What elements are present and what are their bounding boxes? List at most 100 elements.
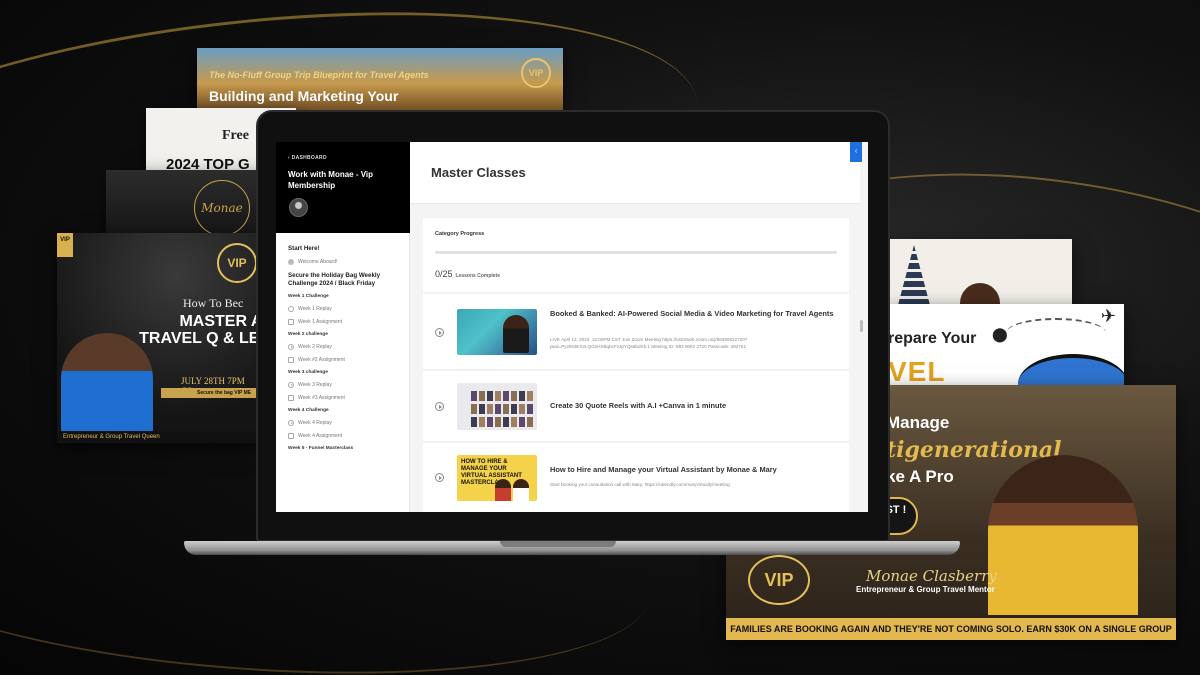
promo-manage-text: Manage [886, 413, 950, 432]
lesson-row[interactable]: Booked & Banked: AI-Powered Social Media… [423, 294, 849, 370]
pagoda-image [898, 245, 930, 305]
main-content: Master Classes ‹ Category Progress 0/25 L… [410, 142, 868, 512]
week-1-heading[interactable]: Week 1 Challenge [288, 294, 404, 299]
play-icon[interactable] [435, 473, 444, 482]
vip-crown-badge: VIP [217, 243, 257, 283]
lesson-thumbnail[interactable] [457, 383, 537, 430]
promo-card-masterclass: VIP VIP How To Bec MASTER AT TRAVEL Q & … [57, 233, 257, 443]
laptop-notch [500, 541, 616, 547]
play-icon[interactable] [435, 402, 444, 411]
collapse-sidebar-button[interactable]: ‹ [850, 142, 862, 162]
reel-tile [479, 391, 485, 401]
reel-tile [503, 391, 509, 401]
avatar[interactable] [289, 198, 308, 217]
progress-label: Category Progress [435, 231, 485, 237]
page-header: Master Classes [410, 142, 860, 204]
lesson-week-2-replay[interactable]: Week 2 Replay [288, 344, 404, 350]
week-3-heading[interactable]: Week 3 challenge [288, 370, 404, 375]
lesson-week-2-assignment[interactable]: Week #2 Assignment [288, 357, 404, 363]
document-icon [288, 357, 294, 363]
document-icon [288, 433, 294, 439]
promo-free-text: Free [222, 128, 249, 143]
flight-path [1006, 318, 1106, 348]
lesson-thumbnail[interactable]: HOW TO HIRE & MANAGE YOUR VIRTUAL ASSIST… [457, 455, 537, 501]
course-app-window: ‹ DASHBOARD Work with Monae - Vip Member… [276, 142, 868, 512]
lesson-welcome[interactable]: Welcome Aboard! [288, 259, 404, 265]
progress-note: Lessons Complete [455, 273, 500, 279]
reel-tile [487, 417, 493, 427]
play-icon [288, 344, 294, 350]
week-2-heading[interactable]: Week 2 challenge [288, 332, 404, 337]
promo-card-travel: repare Your VEL ⬤ ✈ [888, 304, 1124, 386]
lesson-thumbnail[interactable] [457, 309, 537, 355]
reel-tile [487, 391, 493, 401]
promo-travel-text: VEL [888, 356, 946, 386]
brand-logo: Monae [194, 180, 250, 236]
lesson-label: Week 3 Replay [298, 382, 332, 388]
document-icon [288, 395, 294, 401]
lesson-week-4-replay[interactable]: Week 4 Replay [288, 420, 404, 426]
lesson-week-3-assignment[interactable]: Week #3 Assignment [288, 395, 404, 401]
reel-tile [511, 417, 517, 427]
lesson-week-1-replay[interactable]: Week 1 Replay [288, 306, 404, 312]
person-photo [495, 479, 511, 501]
circle-icon [288, 306, 294, 312]
lesson-week-3-replay[interactable]: Week 3 Replay [288, 382, 404, 388]
lesson-description: LIVE April 12, 2023, 12:00PM CST Join Zo… [550, 337, 748, 349]
lesson-title[interactable]: Booked & Banked: AI-Powered Social Media… [550, 309, 840, 319]
progress-count: 0/25 Lessons Complete [435, 269, 500, 279]
promo-banner: FAMILIES ARE BOOKING AGAIN AND THEY'RE N… [726, 618, 1176, 640]
promo-master-headline: MASTER AT TRAVEL Q & LEA [139, 313, 257, 347]
reel-tile [471, 417, 477, 427]
week-5-heading[interactable]: Week 5 - Funnel Masterclass [288, 446, 404, 451]
lesson-label: Week #3 Assignment [298, 395, 345, 401]
lesson-week-4-assignment[interactable]: Week 4 Assignment [288, 433, 404, 439]
mentor-photo [988, 455, 1138, 615]
lesson-title[interactable]: How to Hire and Manage your Virtual Assi… [550, 465, 840, 475]
promo-card-blueprint: The No-Fluff Group Trip Blueprint for Tr… [197, 48, 563, 112]
lesson-label: Week #2 Assignment [298, 357, 345, 363]
reel-tile [471, 404, 477, 414]
reel-tile [495, 404, 501, 414]
lesson-label: Week 2 Replay [298, 344, 332, 350]
promo-prepare-text: repare Your [888, 330, 977, 347]
week-4-heading[interactable]: Week 4 Challenge [288, 408, 404, 413]
play-icon[interactable] [435, 328, 444, 337]
lesson-label: Week 1 Replay [298, 306, 332, 312]
promo-card-temple [888, 239, 1072, 305]
reel-tile [527, 417, 533, 427]
reel-tile [503, 417, 509, 427]
lesson-row[interactable]: Create 30 Quote Reels with A.I +Canva in… [423, 371, 849, 442]
lesson-label: Week 4 Assignment [298, 433, 343, 439]
reel-tile [527, 391, 533, 401]
mentor-signature: Monae Clasberry [866, 567, 997, 585]
chevron-left-icon: ‹ [854, 148, 858, 155]
scrollbar[interactable] [860, 320, 863, 332]
course-title: Work with Monae - Vip Membership [288, 170, 374, 190]
section-holiday-challenge[interactable]: Secure the Holiday Bag Weekly Challenge … [288, 272, 404, 288]
play-icon [288, 420, 294, 426]
lesson-title[interactable]: Create 30 Quote Reels with A.I +Canva in… [550, 401, 840, 411]
lesson-label: Welcome Aboard! [298, 259, 338, 265]
page-title: Master Classes [431, 165, 526, 180]
progress-bar [435, 251, 837, 254]
promo-how-text: How To Bec [183, 296, 244, 310]
back-link-label: DASHBOARD [291, 155, 327, 161]
document-icon [288, 319, 294, 325]
dot-icon [288, 259, 294, 265]
reel-tile [503, 404, 509, 414]
promo-subtitle: The No-Fluff Group Trip Blueprint for Tr… [209, 70, 429, 80]
person-photo [960, 283, 1000, 305]
play-icon [288, 382, 294, 388]
vip-badge: VIP [521, 58, 551, 88]
section-start-here[interactable]: Start Here! [288, 245, 404, 253]
back-to-dashboard-link[interactable]: ‹ DASHBOARD [288, 155, 327, 161]
reel-tile [519, 417, 525, 427]
presenter-caption: Entrepreneur & Group Travel Queen [57, 431, 257, 443]
lesson-week-1-assignment[interactable]: Week 1 Assignment [288, 319, 404, 325]
reel-tile [519, 404, 525, 414]
presenter-photo [61, 333, 153, 433]
promo-headline: Building and Marketing Your [209, 88, 399, 104]
reel-tile [495, 391, 501, 401]
lesson-row[interactable]: HOW TO HIRE & MANAGE YOUR VIRTUAL ASSIST… [423, 443, 849, 512]
